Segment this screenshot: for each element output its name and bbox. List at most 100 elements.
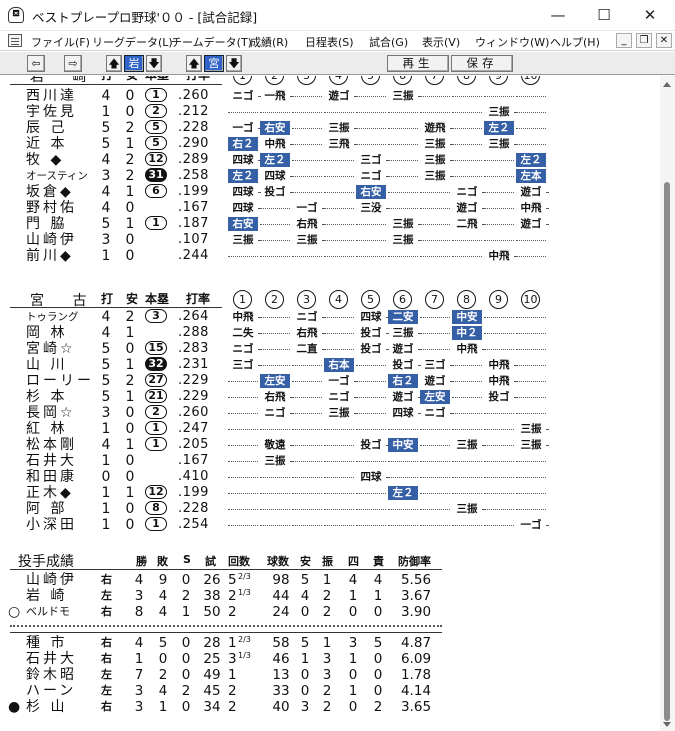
team2-up-button[interactable]: 🡅 — [186, 55, 202, 72]
pitcher-row[interactable]: 岩 崎左 3 4 2 38 2 1/3 44 4 2 1 1 3.67 — [0, 588, 660, 604]
batter-row[interactable]: 野村佑 4 0 .167 四球 一ゴ 三没 遊ゴ 中飛 — [0, 200, 660, 216]
batting-average: .244 — [178, 248, 209, 263]
menu-view[interactable]: 表示(V) — [422, 34, 460, 50]
pitcher-row[interactable]: ○ ベルドモ右 8 4 1 50 2 24 0 2 0 0 3.90 — [0, 604, 660, 620]
save-button[interactable]: 保存 — [451, 55, 513, 72]
pitcher-row[interactable]: 鈴木昭左 7 2 0 49 1 13 0 3 0 0 1.78 — [0, 667, 660, 683]
pitcher-row[interactable]: 種 市右 4 5 0 28 1 2/3 58 5 1 3 5 4.87 — [0, 635, 660, 651]
at-bat-result: 右安 — [356, 185, 386, 199]
pitcher-row[interactable]: 山崎伊右 4 9 0 26 5 2/3 98 5 1 4 4 5.56 — [0, 572, 660, 588]
at-bat-result — [228, 453, 258, 469]
hits: 0 — [125, 88, 135, 104]
menu-window[interactable]: ウィンドウ(W) — [475, 34, 549, 50]
batter-row[interactable]: 牧 ◆ 4 2 12.289 四球 左２ 三ゴ 三振 左２ — [0, 152, 660, 168]
mdi-restore-button[interactable]: ❐ — [636, 33, 652, 48]
batter-row[interactable]: 山崎伊 3 0 .107 三振 三振 三振 — [0, 232, 660, 248]
batter-row[interactable]: 岡 林 4 1 .288 二失 右飛 投ゴ 三振 中２ — [0, 325, 660, 341]
batter-row[interactable]: オースティン 3 2 31 .258 左２ 四球 ニゴ 三振 左本 — [0, 168, 660, 184]
games: 49 — [203, 667, 221, 683]
hits-allowed: 0 — [300, 604, 310, 620]
batting-average: .258 — [178, 168, 209, 183]
team1-up-button[interactable]: 🡅 — [106, 55, 122, 72]
batter-row[interactable]: 宇佐見 1 0 2 .212 三振 — [0, 104, 660, 120]
innings-fraction: 2/3 — [238, 635, 251, 644]
at-bat-result: 左２ — [388, 486, 418, 500]
menu-schedule[interactable]: 日程表(S) — [305, 34, 354, 50]
batter-row[interactable]: 小深田 1 0 1 .254 一ゴ — [0, 517, 660, 533]
menu-game[interactable]: 試合(G) — [369, 34, 408, 50]
batter-row[interactable]: 紅 林 1 0 1 .247 三振 — [0, 421, 660, 437]
batting-average: .260 — [178, 88, 209, 103]
batter-row[interactable]: 松本剛 4 1 1.205 敬遠 投ゴ 中安 三振 三振 — [0, 437, 660, 453]
at-bat-result — [356, 453, 386, 469]
team1-toggle-button[interactable]: 岩 — [124, 55, 144, 72]
batter-row[interactable]: 坂倉◆ 4 1 6 .199 四球 投ゴ 右安 ニゴ 遊ゴ — [0, 184, 660, 200]
pitching-divider — [10, 569, 442, 570]
games: 38 — [203, 588, 221, 604]
batter-row[interactable]: ローリー 5 2 27 .229 左安 一ゴ 右２ 遊ゴ 中飛 — [0, 373, 660, 389]
play-button[interactable]: 再生 — [387, 55, 449, 72]
team2-down-button[interactable]: 🡇 — [226, 55, 242, 72]
at-bat-result — [292, 184, 322, 200]
menu-league-data[interactable]: リーグデータ(L) — [92, 34, 173, 50]
menu-team-data[interactable]: チームデータ(T) — [171, 34, 252, 50]
batter-row[interactable]: 辰 己 5 2 5 .228 一ゴ 右安 三振 遊飛 左２ — [0, 120, 660, 136]
at-bats: 1 — [101, 501, 111, 517]
batter-row[interactable]: 宮崎☆ 5 0 15 .283 ニゴ 二直 投ゴ 遊ゴ 中飛 — [0, 341, 660, 357]
batter-row[interactable]: 前川◆ 1 0 .244 中飛 — [0, 248, 660, 264]
prev-game-button[interactable]: ⇦ — [27, 55, 45, 72]
hits: 1 — [125, 184, 135, 200]
document-icon[interactable] — [8, 34, 22, 47]
scrollbar-thumb[interactable] — [664, 182, 670, 721]
vertical-scrollbar[interactable] — [660, 76, 675, 731]
hits: 2 — [125, 168, 135, 184]
menu-file[interactable]: ファイル(F) — [31, 34, 90, 50]
batter-row[interactable]: 門 脇 5 1 1.187 右安 右飛 三振 二飛 遊ゴ — [0, 216, 660, 232]
at-bat-result: 右２ — [228, 137, 258, 151]
mdi-minimize-button[interactable]: _ — [616, 33, 632, 48]
batter-row[interactable]: 近 本 5 1 5 .290 右２ 中飛 三飛 三振 三振 — [0, 136, 660, 152]
mdi-close-button[interactable]: ✕ — [656, 33, 672, 48]
at-bat-result — [484, 453, 514, 469]
at-bat-result: 二安 — [388, 310, 418, 324]
at-bat-result — [484, 184, 514, 200]
maximize-button[interactable]: ☐ — [581, 0, 627, 31]
team2-toggle-button[interactable]: 宮 — [204, 55, 224, 72]
scroll-up-arrow-icon[interactable] — [663, 82, 671, 87]
batter-row[interactable]: 西川達 4 0 1 .260 ニゴ 一飛 遊ゴ 三振 — [0, 88, 660, 104]
batter-row[interactable]: 阿 部 1 0 8 .228 三振 — [0, 501, 660, 517]
menu-help[interactable]: ヘルプ(H) — [550, 34, 600, 50]
at-bat-result — [292, 485, 322, 501]
at-bat-result — [388, 200, 418, 216]
batter-row[interactable]: 長岡☆ 3 0 2.260 ニゴ 三振 四球 ニゴ — [0, 405, 660, 421]
hits: 0 — [125, 453, 135, 469]
at-bat-result: 中安 — [452, 310, 482, 324]
hits: 1 — [125, 325, 135, 341]
scroll-down-arrow-icon[interactable] — [663, 722, 671, 727]
inning-number: 7 — [425, 76, 444, 85]
pitcher-row[interactable]: ● 杉 山右 3 1 0 34 2 40 3 2 0 2 3.65 — [0, 699, 660, 715]
at-bat-results: 四球 投ゴ 右安 ニゴ 遊ゴ — [228, 184, 548, 200]
batter-row[interactable]: 杉 本 5 1 21 .229 右飛 ニゴ 遊ゴ 左安 投ゴ — [0, 389, 660, 405]
batter-row[interactable]: トゥラング 4 2 3 .264 中飛 ニゴ 四球 二安 中安 — [0, 309, 660, 325]
at-bat-result — [516, 501, 546, 517]
pitcher-row[interactable]: ハーン左 3 4 2 45 2 33 0 2 1 0 4.14 — [0, 683, 660, 699]
era: 3.67 — [400, 588, 432, 604]
throwing-hand: 右 — [101, 652, 112, 665]
at-bat-result: 中飛 — [228, 309, 260, 325]
pitcher-row[interactable]: 石井大右 1 0 0 25 3 1/3 46 1 3 1 0 6.09 — [0, 651, 660, 667]
team1-down-button[interactable]: 🡇 — [146, 55, 162, 72]
walks: 0 — [348, 699, 358, 715]
innings-pitched: 2 — [228, 604, 237, 620]
menu-stats[interactable]: 成績(R) — [250, 34, 288, 50]
minimize-button[interactable]: — — [535, 0, 581, 31]
batter-row[interactable]: 和田康 0 0 .410 四球 — [0, 469, 660, 485]
at-bat-result — [292, 357, 322, 373]
batter-row[interactable]: 山 川 5 1 32.231 三ゴ 右本 投ゴ 三ゴ 中飛 — [0, 357, 660, 373]
batter-row[interactable]: 石井大 1 0 .167 三振 — [0, 453, 660, 469]
next-game-button[interactable]: ⇨ — [64, 55, 82, 72]
at-bat-result — [228, 501, 258, 517]
window-title: ベストプレープロ野球'００ - [試合記録] — [32, 10, 258, 25]
batter-row[interactable]: 正木◆ 1 1 12 .199 左２ — [0, 485, 660, 501]
close-button[interactable]: ✕ — [627, 0, 673, 31]
